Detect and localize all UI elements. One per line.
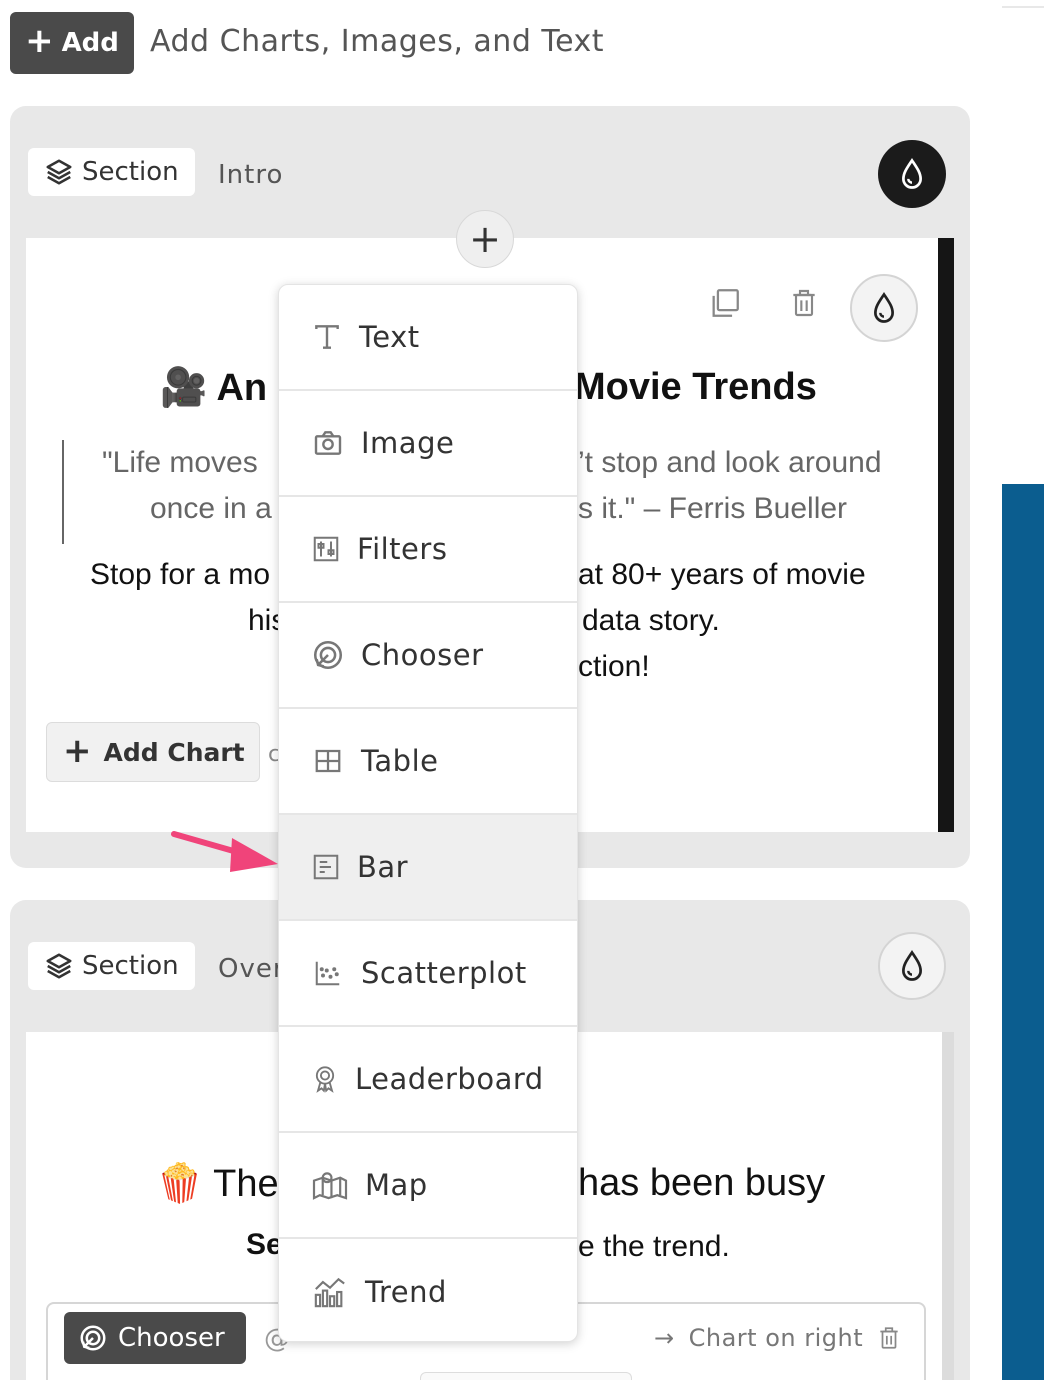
plus-icon: + [469,217,501,261]
section-name[interactable]: Intro [218,160,283,190]
pointer-arrow-icon [171,831,278,872]
menu-item-table[interactable]: Table [279,709,577,815]
menu-item-label: Bar [357,850,409,884]
menu-item-label: Map [365,1168,428,1202]
menu-item-bar[interactable]: Bar [279,815,577,921]
chooser-delete-button[interactable] [876,1324,902,1357]
section-tag[interactable]: Section [28,148,195,196]
menu-item-leaderboard[interactable]: Leaderboard [279,1027,577,1133]
scatterplot-icon [315,961,340,986]
menu-item-filters[interactable]: Filters [279,497,577,603]
layers-icon [46,159,72,185]
menu-item-image[interactable]: Image [279,391,577,497]
overview-sub-right: e the trend. [578,1230,730,1263]
add-chart-label: Add Chart [103,737,245,767]
panel-right-rail [942,1032,954,1380]
menu-item-scatterplot[interactable]: Scatterplot [279,921,577,1027]
section-name[interactable]: Over [218,954,285,984]
drop-icon [902,950,922,981]
menu-item-label: Leaderboard [355,1062,544,1096]
add-button-label: Add [61,28,119,58]
body-line-1-right: at 80+ years of movie [578,558,866,591]
text-icon [315,325,339,349]
section-style-button[interactable] [878,140,946,208]
delete-button[interactable] [788,286,820,325]
table-icon [315,749,341,773]
award-icon [315,1066,335,1093]
intro-title-right: Movie Trends [574,366,817,408]
panel-right-rail [938,238,954,832]
add-button[interactable]: + Add [10,12,134,74]
plus-icon: + [63,730,92,771]
section-tag-label: Section [82,157,179,187]
filters-icon [313,536,339,562]
menu-item-chooser[interactable]: Chooser [279,603,577,709]
menu-item-label: Image [361,426,455,460]
menu-item-label: Text [359,320,420,354]
map-icon [312,1172,348,1200]
overview-title-right: has been busy [578,1162,826,1204]
quote-line-2-right: s it." – Ferris Bueller [578,492,848,525]
quote-line-2-left: once in a [150,492,272,525]
body-line-3-right: ction! [578,650,650,683]
layers-icon [46,953,72,979]
trend-icon [314,1277,345,1308]
drop-icon [902,158,922,189]
copy-icon [712,289,739,317]
body-line-1-left: Stop for a mo [90,558,271,591]
lower-tab [420,1372,632,1380]
chart-position-label: Chart on right [688,1324,864,1352]
right-scroll-bar[interactable] [1002,484,1044,1380]
menu-item-trend[interactable]: Trend [279,1239,577,1341]
section-tag[interactable]: Section [28,942,195,990]
block-style-button[interactable] [850,274,918,342]
bar-chart-icon [313,854,339,880]
menu-item-label: Table [361,744,439,778]
trash-icon [880,1327,898,1349]
insert-menu: Text Image Filters Chooser Table Bar Sca… [278,284,578,1342]
duplicate-button[interactable] [708,286,742,325]
menu-item-label: Chooser [361,638,484,672]
chooser-icon [80,1325,106,1351]
menu-item-label: Scatterplot [361,956,527,990]
chooser-icon [313,640,343,670]
plus-icon: + [25,21,54,61]
camera-icon [314,431,342,455]
quote-line-1-left: "Life moves [102,446,258,479]
menu-item-map[interactable]: Map [279,1133,577,1239]
add-hint: Add Charts, Images, and Text [150,24,605,59]
drop-icon [874,292,894,323]
trash-icon [793,289,815,317]
overview-title-left: 🍿 The [156,1163,279,1205]
body-line-2-right: data story. [582,604,720,637]
quote-bar [62,440,64,544]
right-edge-divider [1002,6,1044,8]
add-chart-button[interactable]: + Add Chart [46,722,260,782]
chart-position-toggle[interactable]: → Chart on right [654,1324,863,1352]
menu-item-label: Trend [365,1275,447,1309]
intro-title-left: 🎥 An I [160,367,289,409]
menu-item-text[interactable]: Text [279,285,577,391]
arrow-right-icon: → [654,1324,675,1352]
chooser-button-label: Chooser [118,1323,225,1353]
menu-item-label: Filters [357,532,448,566]
section-style-button[interactable] [878,932,946,1000]
insert-block-button[interactable]: + [456,210,514,268]
chooser-button[interactable]: Chooser [64,1312,246,1364]
section-tag-label: Section [82,951,179,981]
quote-line-1-right: ’t stop and look around [578,446,882,479]
